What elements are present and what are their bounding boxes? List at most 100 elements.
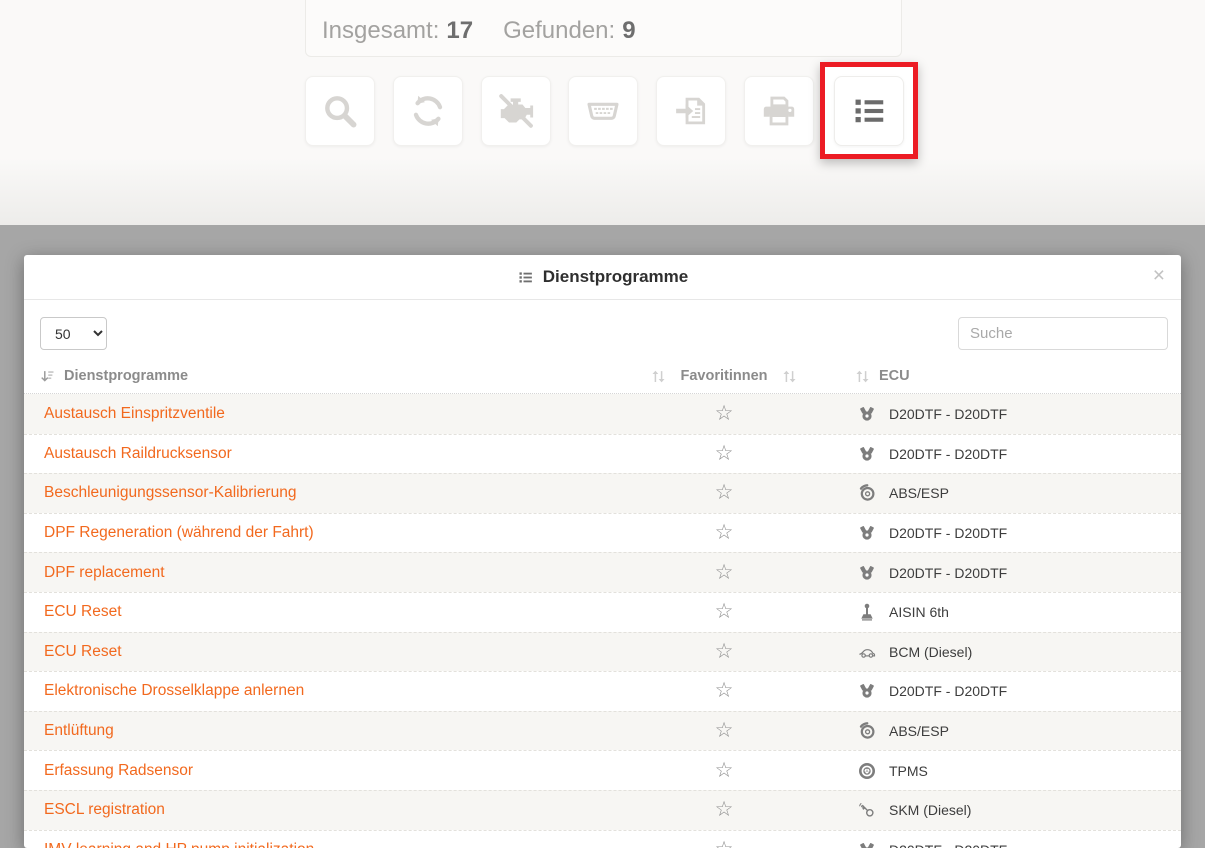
program-link[interactable]: IMV learning and HP pump initialization bbox=[44, 841, 314, 848]
favorite-cell: ☆ bbox=[638, 482, 810, 504]
program-cell: DPF replacement bbox=[24, 564, 638, 582]
key-fob-icon bbox=[858, 801, 876, 819]
list-icon bbox=[850, 92, 888, 130]
star-outline-icon[interactable]: ☆ bbox=[715, 481, 734, 504]
table-row: Erfassung Radsensor ☆ TPMS bbox=[24, 750, 1181, 790]
ecu-label: D20DTF - D20DTF bbox=[889, 446, 1007, 462]
export-button[interactable] bbox=[656, 76, 726, 146]
ecu-label: BCM (Diesel) bbox=[889, 644, 972, 660]
star-outline-icon[interactable]: ☆ bbox=[715, 640, 734, 663]
program-link[interactable]: ECU Reset bbox=[44, 643, 122, 660]
program-link[interactable]: ESCL registration bbox=[44, 801, 165, 818]
program-cell: DPF Regeneration (während der Fahrt) bbox=[24, 524, 638, 542]
transmission-icon bbox=[858, 603, 876, 621]
program-cell: Austausch Einspritzventile bbox=[24, 405, 638, 423]
engine-icon bbox=[858, 405, 876, 423]
program-cell: ESCL registration bbox=[24, 801, 638, 819]
program-link[interactable]: DPF replacement bbox=[44, 564, 165, 581]
star-outline-icon[interactable]: ☆ bbox=[715, 838, 734, 848]
star-outline-icon[interactable]: ☆ bbox=[715, 521, 734, 544]
favorite-cell: ☆ bbox=[638, 760, 810, 782]
engine-icon bbox=[858, 682, 876, 700]
list-button[interactable] bbox=[834, 76, 904, 146]
table-row: DPF Regeneration (während der Fahrt) ☆ D… bbox=[24, 513, 1181, 553]
ecu-cell: ABS/ESP bbox=[810, 722, 1181, 740]
star-outline-icon[interactable]: ☆ bbox=[715, 402, 734, 425]
brake-disc-icon bbox=[858, 722, 876, 740]
favorite-cell: ☆ bbox=[638, 641, 810, 663]
refresh-button[interactable] bbox=[393, 76, 463, 146]
star-outline-icon[interactable]: ☆ bbox=[715, 719, 734, 742]
ecu-cell: D20DTF - D20DTF bbox=[810, 564, 1181, 582]
column-header-ecu[interactable]: ECU bbox=[810, 368, 1181, 384]
printer-icon bbox=[760, 92, 798, 130]
favorite-cell: ☆ bbox=[638, 562, 810, 584]
ecu-cell: D20DTF - D20DTF bbox=[810, 405, 1181, 423]
modal-title: Dienstprogramme bbox=[543, 267, 688, 287]
column-header-favorites[interactable]: Favoritinnen bbox=[638, 368, 810, 384]
program-cell: Elektronische Drosselklappe anlernen bbox=[24, 682, 638, 700]
sort-both-icon bbox=[651, 369, 666, 384]
table-row: Elektronische Drosselklappe anlernen ☆ D… bbox=[24, 671, 1181, 711]
program-link[interactable]: DPF Regeneration (während der Fahrt) bbox=[44, 524, 314, 541]
favorite-cell: ☆ bbox=[638, 799, 810, 821]
top-panel: Insgesamt: 17 Gefunden: 9 bbox=[0, 0, 1205, 225]
close-icon[interactable]: × bbox=[1153, 265, 1165, 286]
ecu-cell: SKM (Diesel) bbox=[810, 801, 1181, 819]
column-label: Dienstprogramme bbox=[64, 368, 188, 384]
page-size-select[interactable]: 50 bbox=[40, 317, 107, 350]
star-outline-icon[interactable]: ☆ bbox=[715, 759, 734, 782]
engine-icon bbox=[858, 445, 876, 463]
program-link[interactable]: Elektronische Drosselklappe anlernen bbox=[44, 682, 304, 699]
ecu-label: D20DTF - D20DTF bbox=[889, 406, 1007, 422]
found-value: 9 bbox=[622, 17, 635, 45]
program-cell: IMV learning and HP pump initialization bbox=[24, 841, 638, 848]
star-outline-icon[interactable]: ☆ bbox=[715, 561, 734, 584]
favorite-cell: ☆ bbox=[638, 601, 810, 623]
program-link[interactable]: Entlüftung bbox=[44, 722, 114, 739]
table-row: Austausch Einspritzventile ☆ D20DTF - D2… bbox=[24, 394, 1181, 434]
ecu-label: D20DTF - D20DTF bbox=[889, 565, 1007, 581]
printer-button[interactable] bbox=[744, 76, 814, 146]
table-row: DPF replacement ☆ D20DTF - D20DTF bbox=[24, 552, 1181, 592]
obd-connector-button[interactable] bbox=[568, 76, 638, 146]
search-button[interactable] bbox=[305, 76, 375, 146]
program-link[interactable]: ECU Reset bbox=[44, 603, 122, 620]
column-header-programs[interactable]: Dienstprogramme bbox=[24, 368, 638, 384]
favorite-cell: ☆ bbox=[638, 680, 810, 702]
engine-icon bbox=[858, 841, 876, 848]
engine-icon bbox=[858, 524, 876, 542]
search-input[interactable] bbox=[958, 317, 1168, 350]
ecu-label: D20DTF - D20DTF bbox=[889, 525, 1007, 541]
column-label: ECU bbox=[879, 368, 910, 384]
export-icon bbox=[672, 92, 710, 130]
wheel-icon bbox=[858, 762, 876, 780]
ecu-cell: BCM (Diesel) bbox=[810, 643, 1181, 661]
table-row: ESCL registration ☆ SKM (Diesel) bbox=[24, 790, 1181, 830]
star-outline-icon[interactable]: ☆ bbox=[715, 798, 734, 821]
ecu-cell: AISIN 6th bbox=[810, 603, 1181, 621]
engine-disabled-button[interactable] bbox=[481, 76, 551, 146]
engine-icon bbox=[858, 564, 876, 582]
star-outline-icon[interactable]: ☆ bbox=[715, 442, 734, 465]
star-outline-icon[interactable]: ☆ bbox=[715, 679, 734, 702]
ecu-label: ABS/ESP bbox=[889, 485, 949, 501]
ecu-label: TPMS bbox=[889, 763, 928, 779]
ecu-cell: D20DTF - D20DTF bbox=[810, 445, 1181, 463]
table-row: Beschleunigungssensor-Kalibrierung ☆ ABS… bbox=[24, 473, 1181, 513]
program-link[interactable]: Austausch Raildrucksensor bbox=[44, 445, 232, 462]
favorite-cell: ☆ bbox=[638, 522, 810, 544]
star-outline-icon[interactable]: ☆ bbox=[715, 600, 734, 623]
program-link[interactable]: Erfassung Radsensor bbox=[44, 762, 193, 779]
table-body: Austausch Einspritzventile ☆ D20DTF - D2… bbox=[24, 394, 1181, 848]
ecu-cell: D20DTF - D20DTF bbox=[810, 841, 1181, 848]
program-cell: ECU Reset bbox=[24, 643, 638, 661]
ecu-cell: TPMS bbox=[810, 762, 1181, 780]
table-header: Dienstprogramme Favoritinnen ECU bbox=[24, 359, 1181, 394]
program-link[interactable]: Beschleunigungssensor-Kalibrierung bbox=[44, 484, 296, 501]
table-row: IMV learning and HP pump initialization … bbox=[24, 830, 1181, 848]
program-link[interactable]: Austausch Einspritzventile bbox=[44, 405, 225, 422]
ecu-label: SKM (Diesel) bbox=[889, 802, 971, 818]
favorite-cell: ☆ bbox=[638, 720, 810, 742]
total-value: 17 bbox=[446, 17, 473, 45]
